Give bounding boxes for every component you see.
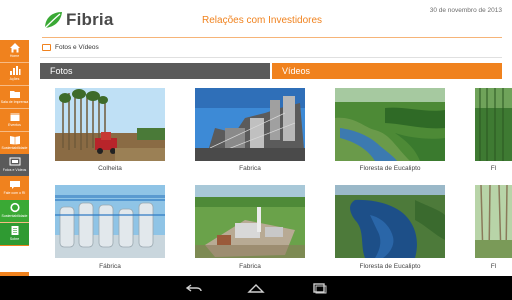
forest-trunks-photo	[475, 185, 512, 258]
recycle-icon	[9, 202, 20, 213]
home-outline-icon	[247, 284, 265, 293]
bar-chart-icon	[9, 66, 20, 75]
brand-name: Fibria	[66, 10, 114, 29]
gallery-caption: Fl	[490, 263, 497, 270]
river-forest-photo	[335, 185, 445, 258]
sidebar: Home Ações Sala de Imprensa Eventos Sust…	[0, 40, 29, 246]
sidebar-item-eventos[interactable]: Eventos	[0, 109, 29, 131]
home-button[interactable]	[245, 280, 267, 296]
gallery-caption: Floresta de Eucalipto	[359, 263, 421, 270]
gallery-caption: Floresta de Eucalipto	[359, 165, 421, 172]
document-icon	[11, 226, 18, 235]
gallery-thumbnail-floresta-2[interactable]	[335, 185, 445, 258]
sidebar-item-label: Fotos e Vídeos	[2, 168, 27, 172]
page-header-title: Relações com Investidores	[202, 15, 323, 26]
gallery-thumbnail-fabrica[interactable]	[195, 88, 305, 161]
gallery-thumbnail-floresta-partial-2[interactable]	[475, 185, 512, 258]
back-arrow-icon	[185, 284, 202, 292]
gallery-caption: Fábrica	[99, 263, 121, 270]
gallery-thumbnail-fabrica-aerea[interactable]	[195, 185, 305, 258]
breadcrumb-label: Fotos e Vídeos	[55, 44, 99, 51]
sidebar-item-label: Home	[9, 54, 20, 58]
gallery-caption: Fl	[490, 165, 497, 172]
photos-icon	[42, 44, 51, 51]
folder-icon	[9, 91, 20, 98]
forest-photo	[475, 88, 512, 161]
gallery-thumbnail-fabrica-2[interactable]	[55, 185, 165, 258]
sidebar-item-label: Ações	[9, 77, 20, 81]
top-header: Fibria Relações com Investidores 30 de n…	[0, 0, 512, 38]
tab-videos[interactable]: Vídeos	[272, 63, 502, 79]
factory-interior-photo	[55, 185, 165, 258]
sidebar-item-sustentabilidade[interactable]: Sustentabilidade	[0, 132, 29, 154]
book-icon	[9, 136, 20, 145]
fibria-logo[interactable]: Fibria	[42, 9, 114, 31]
gallery-caption: Fabrica	[239, 165, 261, 172]
header-divider	[42, 37, 502, 38]
sidebar-item-label: Fale com o RI	[3, 191, 26, 195]
harvest-photo	[55, 88, 165, 161]
sidebar-item-sobre[interactable]: Sobre	[0, 223, 29, 245]
sidebar-item-label: Sustentabilidade	[1, 214, 28, 218]
recent-apps-icon	[313, 283, 327, 294]
breadcrumb-divider	[40, 57, 502, 58]
gallery-thumbnail-floresta[interactable]	[335, 88, 445, 161]
sidebar-item-fale-ri[interactable]: Fale com o RI	[0, 177, 29, 199]
recent-apps-button[interactable]	[308, 280, 330, 296]
system-navigation-bar	[0, 276, 512, 300]
photos-icon	[9, 157, 20, 166]
gallery-thumbnail-colheita[interactable]	[55, 88, 165, 161]
breadcrumb: Fotos e Vídeos	[42, 44, 99, 51]
gallery-caption: Colheita	[98, 165, 122, 172]
gallery-caption: Fabrica	[239, 263, 261, 270]
tab-fotos[interactable]: Fotos	[40, 63, 270, 79]
factory-photo	[195, 88, 305, 161]
header-date: 30 de novembro de 2013	[429, 7, 502, 14]
gallery-thumbnail-floresta-partial[interactable]	[475, 88, 512, 161]
sidebar-item-sustentabilidade-2[interactable]: Sustentabilidade	[0, 200, 29, 222]
sidebar-item-label: Sobre	[9, 237, 20, 241]
factory-aerial-photo	[195, 185, 305, 258]
forest-aerial-photo	[335, 88, 445, 161]
sidebar-item-label: Sustentabilidade	[1, 146, 28, 150]
sidebar-item-acoes[interactable]: Ações	[0, 63, 29, 85]
leaf-logo-icon	[44, 12, 62, 29]
sidebar-item-fotos-videos[interactable]: Fotos e Vídeos	[0, 154, 29, 176]
sidebar-item-imprensa[interactable]: Sala de Imprensa	[0, 86, 29, 108]
sidebar-item-home[interactable]: Home	[0, 40, 29, 62]
chat-icon	[9, 181, 20, 189]
sidebar-item-label: Eventos	[8, 123, 21, 127]
sidebar-item-label: Sala de Imprensa	[0, 100, 29, 104]
calendar-icon	[10, 113, 19, 121]
back-button[interactable]	[183, 280, 205, 296]
home-icon	[9, 43, 20, 53]
